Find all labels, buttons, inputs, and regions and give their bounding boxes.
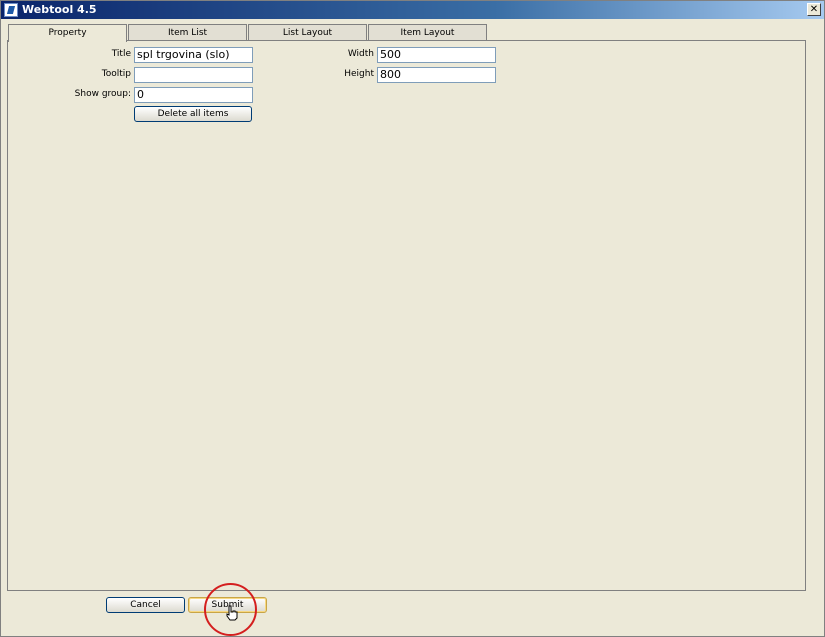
height-input[interactable]: 800 bbox=[377, 67, 496, 83]
tab-item-list[interactable]: Item List bbox=[128, 24, 247, 41]
property-panel bbox=[7, 40, 806, 591]
hand-pointer-icon bbox=[225, 605, 239, 624]
tab-list-layout[interactable]: List Layout bbox=[248, 24, 367, 41]
show-group-label: Show group: bbox=[74, 89, 131, 99]
cancel-button[interactable]: Cancel bbox=[106, 597, 185, 613]
width-input[interactable]: 500 bbox=[377, 47, 496, 63]
webtool-app-icon bbox=[4, 3, 18, 17]
show-group-input[interactable]: 0 bbox=[134, 87, 253, 103]
height-label: Height bbox=[344, 69, 374, 79]
app-window: Webtool 4.5 ✕ Property Item List List La… bbox=[0, 0, 825, 637]
close-button[interactable]: ✕ bbox=[807, 3, 821, 16]
width-label: Width bbox=[347, 49, 374, 59]
window-title: Webtool 4.5 bbox=[22, 3, 97, 16]
tab-property[interactable]: Property bbox=[8, 24, 127, 42]
title-input[interactable]: spl trgovina (slo) bbox=[134, 47, 253, 63]
tooltip-label: Tooltip bbox=[101, 69, 131, 79]
title-label: Title bbox=[111, 49, 131, 59]
delete-all-items-button[interactable]: Delete all items bbox=[134, 106, 252, 122]
title-bar[interactable]: Webtool 4.5 ✕ bbox=[1, 1, 824, 19]
tooltip-input[interactable] bbox=[134, 67, 253, 83]
tab-item-layout[interactable]: Item Layout bbox=[368, 24, 487, 41]
